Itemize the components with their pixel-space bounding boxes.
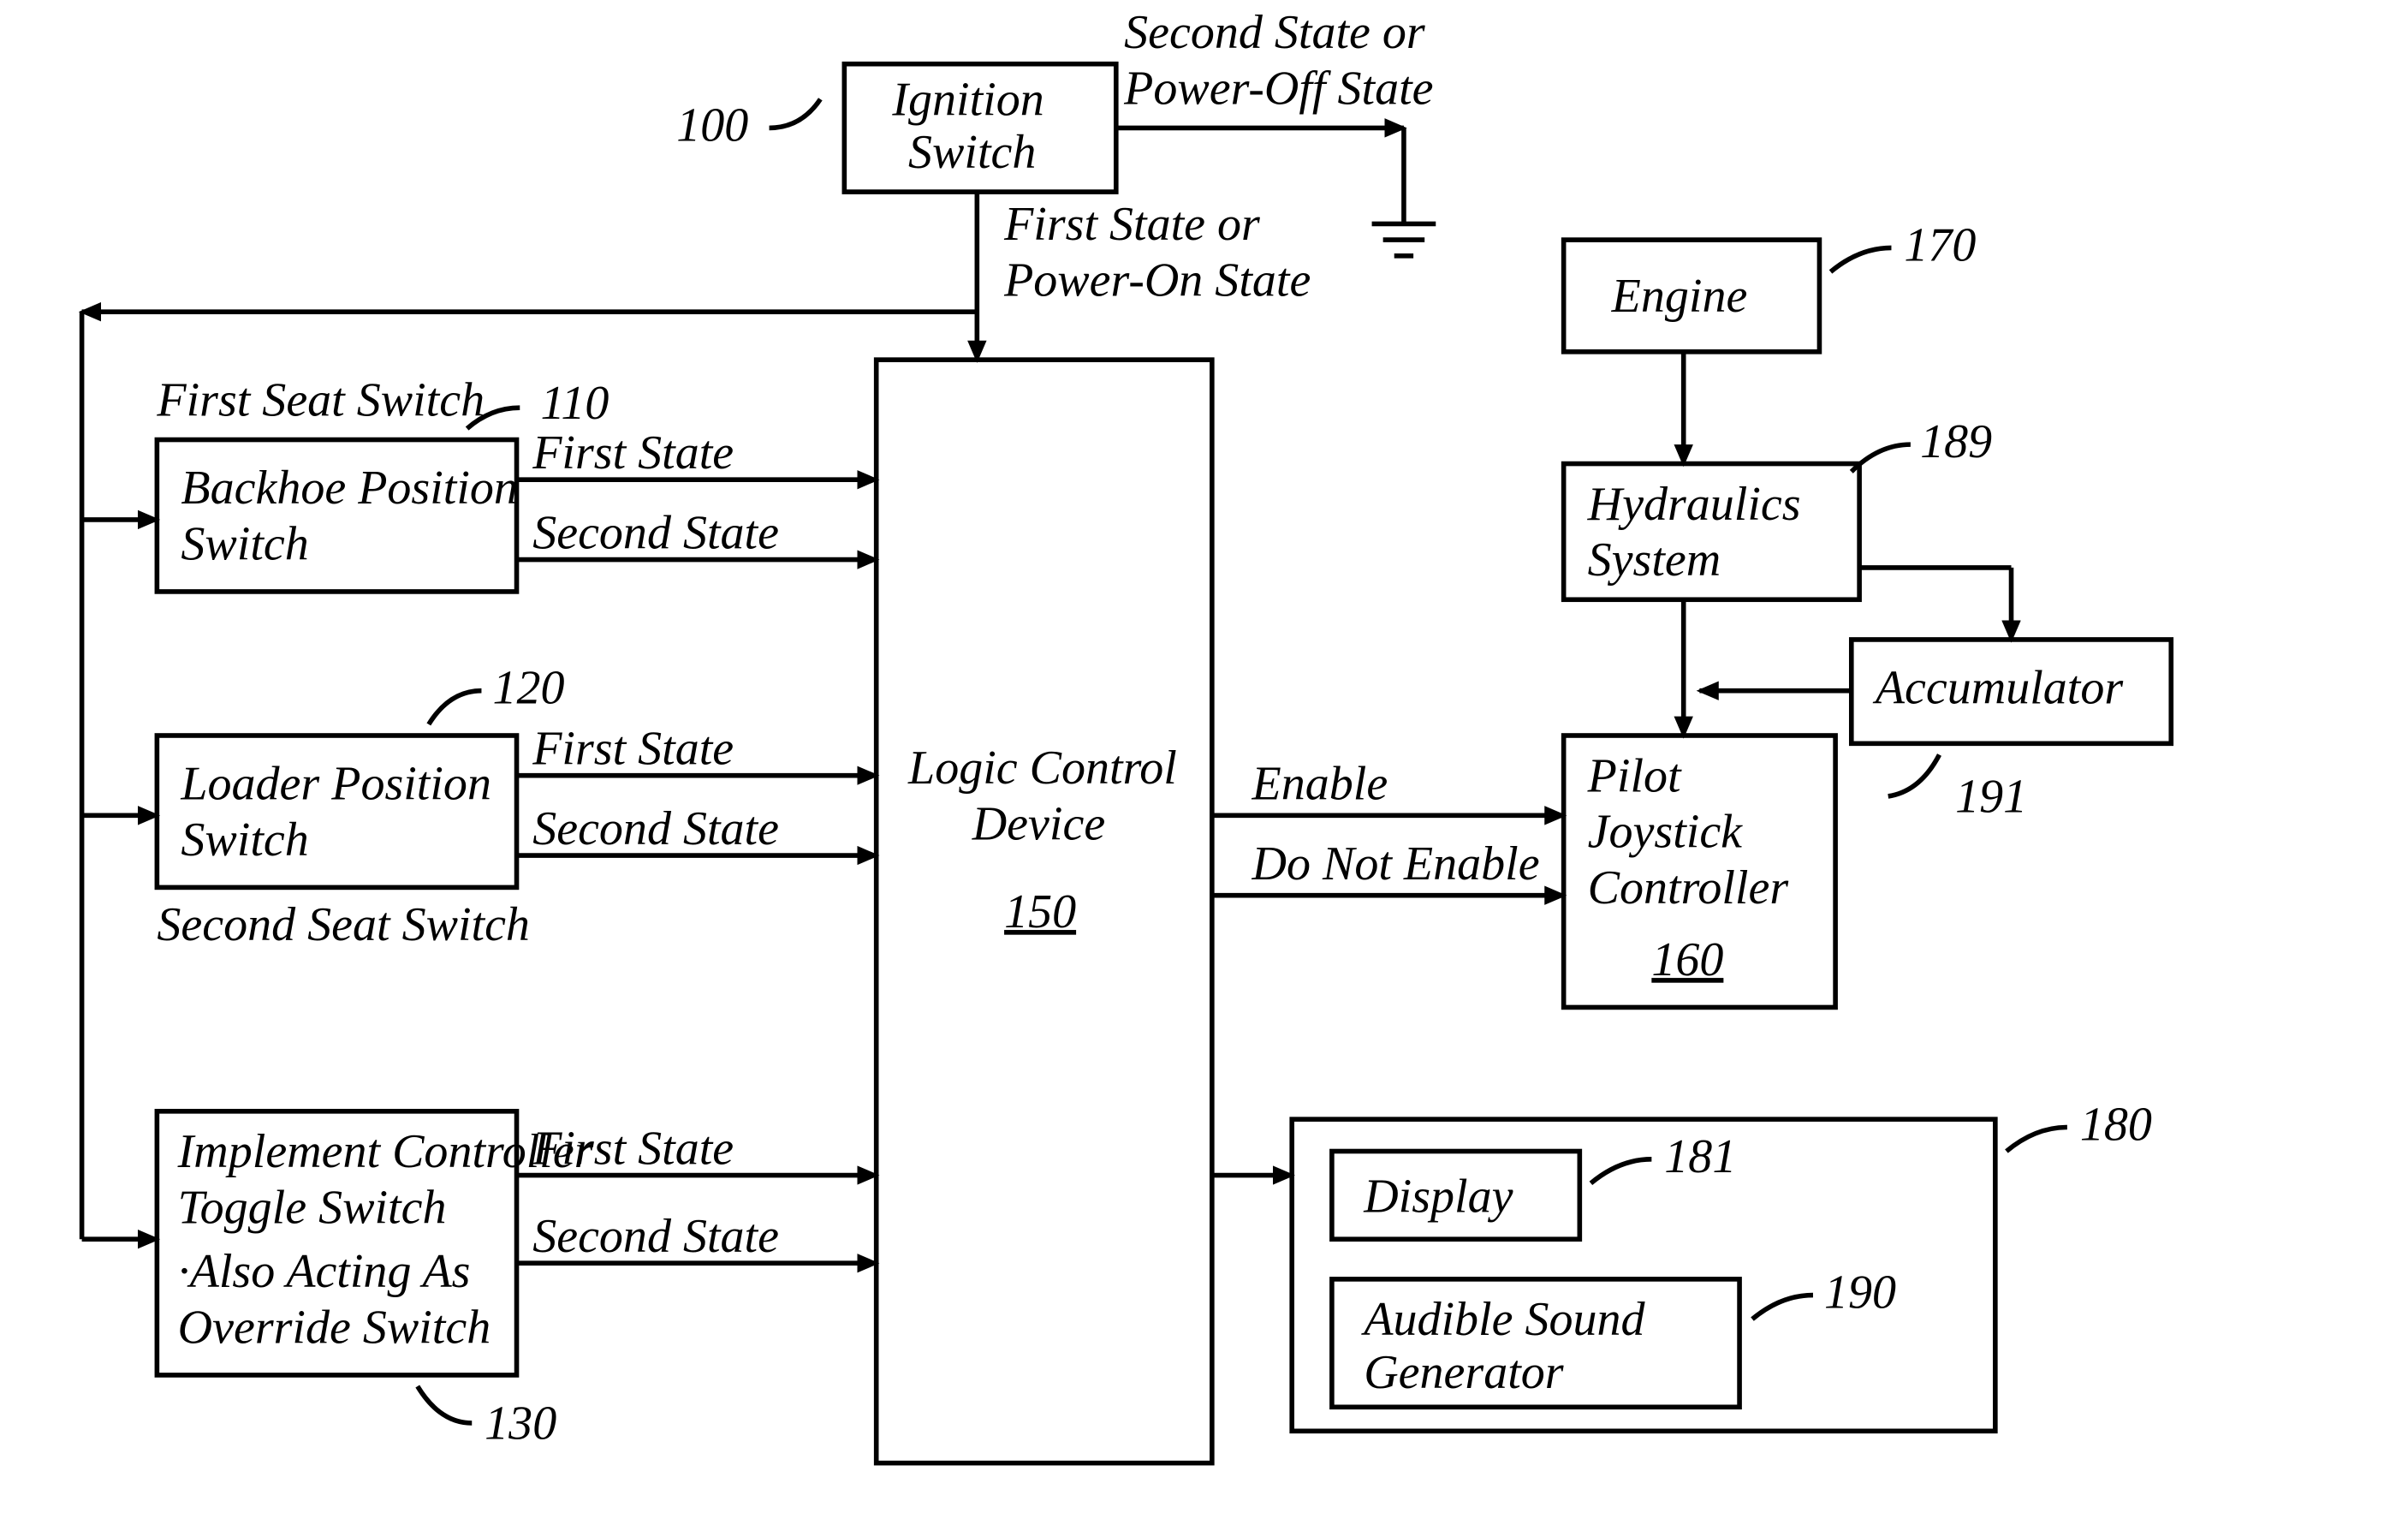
- impl-first-state: First State: [532, 1122, 734, 1175]
- pilot-label-3: Controller: [1588, 861, 1789, 914]
- impl-label-4: Override Switch: [178, 1302, 491, 1355]
- hyd-label-1: Hydraulics: [1587, 478, 1801, 531]
- ref-160: 160: [1651, 933, 1723, 986]
- ref-170: 170: [1904, 218, 1976, 271]
- ignition-switch-label-1: Ignition: [891, 73, 1043, 126]
- power-off-label-2: Power-Off State: [1123, 62, 1433, 115]
- logic-label-2: Device: [972, 797, 1105, 850]
- impl-label-2: Toggle Switch: [178, 1182, 447, 1235]
- backhoe-label-2: Switch: [181, 518, 308, 571]
- first-seat-switch-label: First Seat Switch: [156, 374, 485, 427]
- loader-first-state: First State: [532, 723, 734, 776]
- loader-second-state: Second State: [532, 802, 779, 855]
- enable-label: Enable: [1252, 758, 1388, 811]
- do-not-enable-label: Do Not Enable: [1252, 837, 1540, 891]
- ref-150: 150: [1004, 885, 1076, 938]
- ref-130: 130: [485, 1397, 556, 1450]
- engine-label: Engine: [1611, 270, 1748, 323]
- second-seat-switch-label: Second Seat Switch: [157, 898, 530, 951]
- logic-label-1: Logic Control: [907, 742, 1177, 795]
- ref-191: 191: [1955, 771, 2027, 824]
- loader-label-1: Loader Position: [180, 758, 491, 811]
- power-on-label-2: Power-On State: [1003, 253, 1311, 307]
- asg-label-2: Generator: [1364, 1346, 1564, 1399]
- accumulator-label: Accumulator: [1872, 662, 2124, 715]
- ref-120: 120: [493, 662, 565, 715]
- backhoe-first-state: First State: [532, 426, 734, 480]
- backhoe-label-1: Backhoe Position: [181, 462, 518, 515]
- backhoe-second-state: Second State: [532, 507, 779, 560]
- hyd-label-2: System: [1588, 533, 1721, 587]
- block-diagram: Ignition Switch 100 Second State or Powe…: [0, 0, 2408, 1519]
- pilot-label-1: Pilot: [1587, 749, 1682, 802]
- asg-label-1: Audible Sound: [1360, 1293, 1645, 1346]
- ignition-switch-label-2: Switch: [908, 126, 1036, 179]
- ref-100: 100: [676, 98, 748, 152]
- ref-110: 110: [541, 377, 609, 430]
- ref-190: 190: [1824, 1266, 1896, 1319]
- ref-181: 181: [1664, 1130, 1736, 1183]
- impl-label-1: Implement Controller: [177, 1125, 593, 1178]
- impl-label-3: ·Also Acting As: [178, 1245, 471, 1298]
- ref-180: 180: [2080, 1098, 2152, 1151]
- loader-label-2: Switch: [181, 813, 308, 867]
- ref-189: 189: [1920, 415, 1992, 468]
- pilot-label-2: Joystick: [1588, 806, 1744, 859]
- power-on-label-1: First State or: [1003, 198, 1260, 251]
- power-off-label-1: Second State or: [1124, 6, 1425, 59]
- display-label: Display: [1363, 1170, 1513, 1223]
- impl-second-state: Second State: [532, 1210, 779, 1263]
